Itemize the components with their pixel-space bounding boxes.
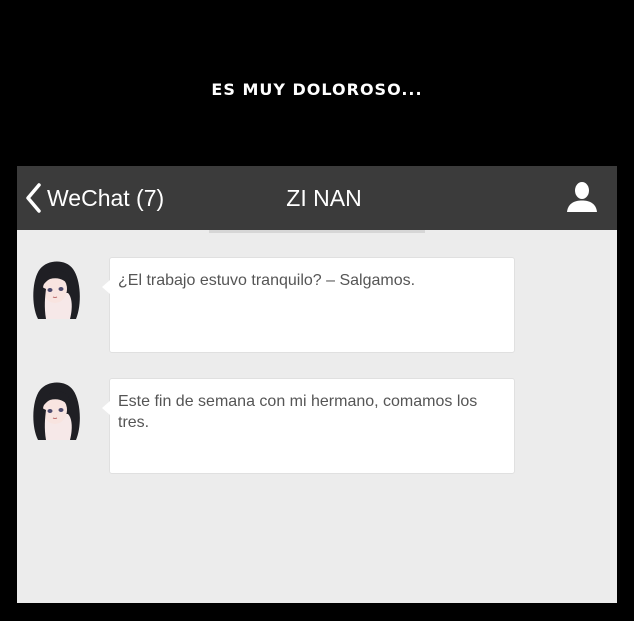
message-bubble: Este fin de semana con mi hermano, comam… bbox=[102, 378, 515, 474]
message-bubble: ¿El trabajo estuvo tranquilo? – Salgamos… bbox=[102, 257, 515, 353]
comic-panel: ES MUY DOLOROSO... WeChat (7) ZI NAN ¿El… bbox=[0, 0, 634, 621]
avatar[interactable] bbox=[28, 378, 84, 444]
user-icon bbox=[565, 182, 599, 218]
panel-caption: ES MUY DOLOROSO... bbox=[211, 80, 423, 99]
header-strip bbox=[209, 230, 425, 233]
avatar[interactable] bbox=[28, 257, 84, 323]
chat-screen: WeChat (7) ZI NAN ¿El trabajo estuvo tra… bbox=[17, 166, 617, 603]
chat-header: WeChat (7) ZI NAN bbox=[17, 166, 617, 230]
chat-title: ZI NAN bbox=[286, 185, 362, 211]
profile-button[interactable] bbox=[565, 180, 599, 214]
